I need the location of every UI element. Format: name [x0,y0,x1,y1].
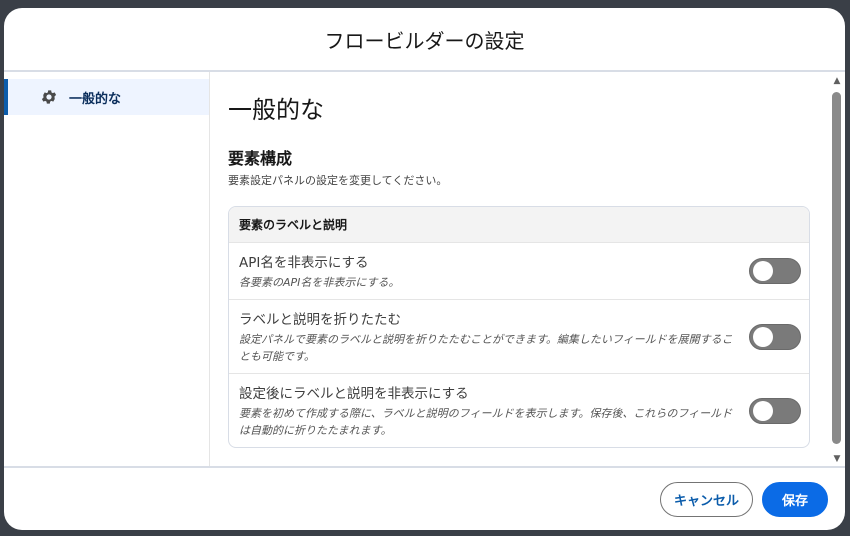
hide-after-setup-toggle[interactable] [749,397,801,424]
toggle-knob [753,326,773,347]
sidebar-item-general[interactable]: 一般的な [4,79,209,115]
modal-footer: キャンセル 保存 [4,466,845,530]
save-button[interactable]: 保存 [762,481,828,517]
toggle-knob [753,261,773,282]
hide-api-name-toggle[interactable] [749,258,801,285]
scrollbar-thumb[interactable] [832,92,841,444]
settings-modal: フロービルダーの設定 一般的な 一般的な 要素構成 要素設定パネルの設定を変更し… [4,8,845,530]
setting-row-collapse-labels: ラベルと説明を折りたたむ 設定パネルで要素のラベルと説明を折りたたむことができま… [229,300,809,375]
setting-description: 設定パネルで要素のラベルと説明を折りたたむことができます。編集したいフィールドを… [239,333,733,364]
section-description: 要素設定パネルの設定を変更してください。 [228,174,448,187]
collapse-labels-toggle[interactable] [749,323,801,350]
modal-header: フロービルダーの設定 [4,8,845,72]
page-title: 一般的な [228,96,324,124]
scroll-up-arrow-icon[interactable]: ▲ [832,76,842,86]
cancel-button[interactable]: キャンセル [660,481,753,517]
setting-row-hide-api-name: API名を非表示にする 各要素のAPI名を非表示にする。 [229,243,809,301]
card-header: 要素のラベルと説明 [229,207,809,243]
modal-title: フロービルダーの設定 [324,28,525,53]
section-title: 要素構成 [228,149,293,168]
modal-body: 一般的な 一般的な 要素構成 要素設定パネルの設定を変更してください。 要素のラ… [4,72,845,466]
scroll-down-arrow-icon[interactable]: ▼ [832,454,842,464]
setting-description: 要素を初めて作成する際に、ラベルと説明のフィールドを表示します。保存後、これらの… [239,407,733,438]
gear-icon [40,88,58,106]
setting-row-hide-after-setup: 設定後にラベルと説明を非表示にする 要素を初めて作成する際に、ラベルと説明のフィ… [229,374,809,447]
toggle-knob [753,400,773,421]
sidebar: 一般的な [4,72,210,466]
label-description-card: 要素のラベルと説明 API名を非表示にする 各要素のAPI名を非表示にする。 ラ… [228,206,810,449]
settings-content: 一般的な 要素構成 要素設定パネルの設定を変更してください。 要素のラベルと説明… [210,72,845,466]
setting-title: ラベルと説明を折りたたむ [239,312,401,329]
sidebar-item-label: 一般的な [69,91,122,107]
setting-title: API名を非表示にする [239,255,369,271]
setting-title: 設定後にラベルと説明を非表示にする [239,386,469,403]
setting-description: 各要素のAPI名を非表示にする。 [239,276,400,289]
scrollbar[interactable]: ▲ ▼ [829,72,845,466]
